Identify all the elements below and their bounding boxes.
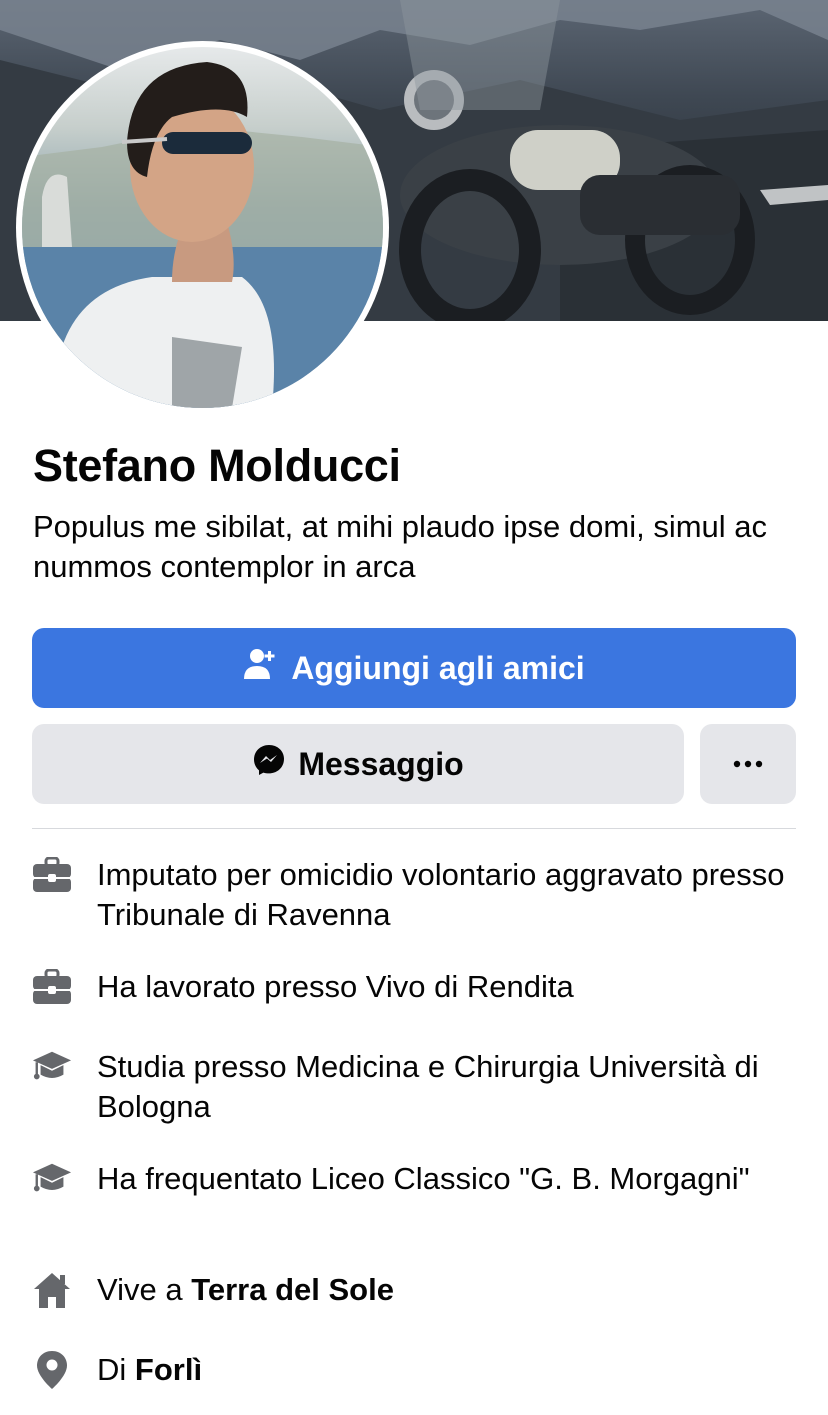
messenger-icon [252, 743, 286, 785]
info-text: Vive a Terra del Sole [97, 1270, 797, 1310]
more-options-button[interactable] [700, 724, 796, 804]
info-item-work-past[interactable]: Ha lavorato presso Vivo di Rendita [32, 967, 802, 1007]
profile-picture[interactable] [22, 47, 383, 408]
profile-name: Stefano Molducci [33, 440, 401, 491]
message-button[interactable]: Messaggio [32, 724, 684, 804]
more-dots-icon [733, 755, 763, 773]
info-item-education-current[interactable]: Studia presso Medicina e Chirurgia Unive… [32, 1047, 802, 1127]
info-text: Di Forlì [97, 1350, 797, 1390]
profile-picture-frame[interactable] [16, 41, 389, 414]
location-pin-icon [32, 1350, 72, 1390]
info-text: Imputato per omicidio volontario aggrava… [97, 857, 785, 932]
graduation-cap-icon [32, 1047, 72, 1087]
info-item-education-past[interactable]: Ha frequentato Liceo Classico "G. B. Mor… [32, 1159, 802, 1199]
message-label: Messaggio [298, 745, 464, 782]
lives-in-place[interactable]: Terra del Sole [191, 1272, 394, 1307]
add-friend-icon [243, 647, 277, 689]
info-text: Studia presso Medicina e Chirurgia Unive… [97, 1049, 759, 1124]
home-icon [32, 1270, 72, 1310]
briefcase-icon [32, 967, 72, 1007]
add-friend-label: Aggiungi agli amici [291, 649, 585, 686]
info-item-from[interactable]: Di Forlì [32, 1350, 802, 1390]
info-text: Ha lavorato presso Vivo di Rendita [97, 969, 574, 1004]
info-text: Ha frequentato Liceo Classico "G. B. Mor… [97, 1161, 750, 1196]
section-divider [32, 828, 796, 829]
info-item-work-current[interactable]: Imputato per omicidio volontario aggrava… [32, 855, 802, 935]
from-prefix: Di [97, 1352, 135, 1387]
add-friend-button[interactable]: Aggiungi agli amici [32, 628, 796, 708]
from-place[interactable]: Forlì [135, 1352, 202, 1387]
graduation-cap-icon [32, 1159, 72, 1199]
briefcase-icon [32, 855, 72, 895]
profile-bio: Populus me sibilat, at mihi plaudo ipse … [33, 509, 768, 584]
lives-in-prefix: Vive a [97, 1272, 192, 1307]
info-item-lives-in[interactable]: Vive a Terra del Sole [32, 1270, 802, 1310]
